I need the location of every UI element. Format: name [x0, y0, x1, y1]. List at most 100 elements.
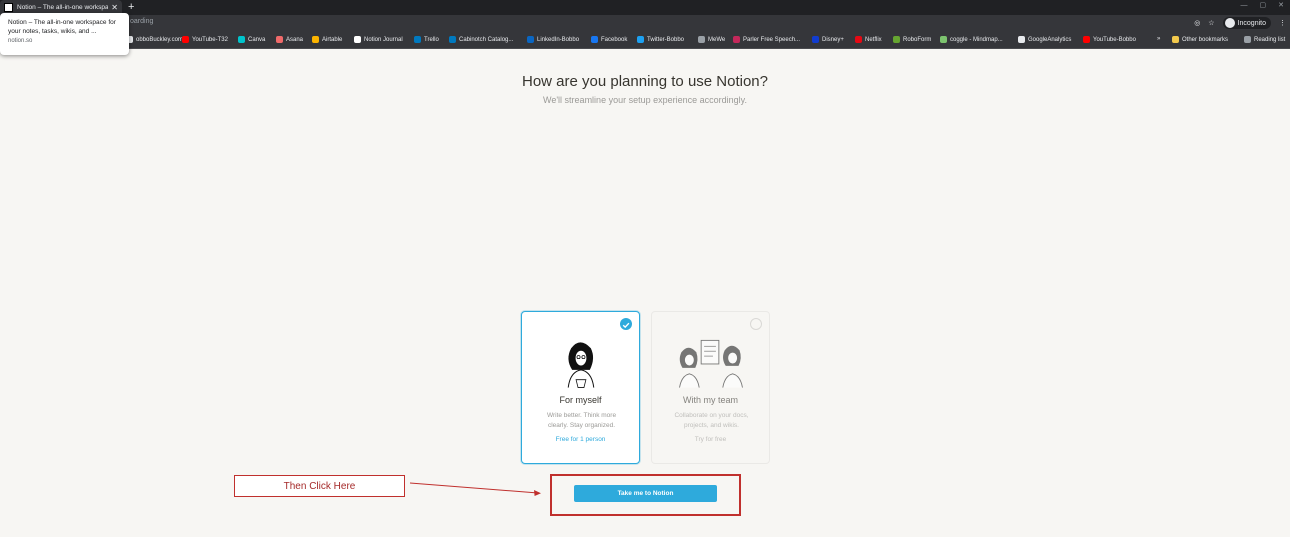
bookmark-favicon-icon [238, 36, 245, 43]
option-price: Free for 1 person [555, 436, 606, 443]
bookmark-label: Notion Journal [364, 36, 403, 43]
bookmark-item[interactable]: Asana [276, 36, 303, 43]
bookmark-label: LinkedIn-Bobbo [537, 36, 580, 43]
tooltip-title: Notion – The all-in-one workspace for yo… [8, 19, 116, 35]
option-description: Collaborate on your docs, projects, and … [674, 412, 749, 429]
tab-strip: Notion – The all-in-one workspac ✕ + — ▢… [0, 0, 1290, 15]
bookmark-favicon-icon [312, 36, 319, 43]
bookmark-label: Canva [248, 36, 266, 43]
page-title: How are you planning to use Notion? [522, 73, 768, 90]
new-tab-icon[interactable]: + [128, 0, 134, 14]
bookmark-label: coggle - Mindmap... [950, 36, 1003, 43]
incognito-badge[interactable]: Incognito [1222, 17, 1271, 29]
tooltip-domain: notion.so [8, 38, 33, 44]
bookmark-item[interactable]: Canva [238, 36, 265, 43]
window-controls: — ▢ ✕ [1241, 0, 1285, 12]
bookmark-label: YouTube-T32 [192, 36, 228, 43]
bookmark-label: RoboForm [903, 36, 932, 43]
bookmark-label: Airtable [322, 36, 343, 43]
bookmark-item[interactable]: Parler Free Speech... [733, 36, 800, 43]
team-illustration-icon [679, 339, 743, 388]
bookmarks-overflow-icon[interactable]: » [1157, 36, 1160, 42]
bookmark-favicon-icon [354, 36, 361, 43]
folder-icon [1172, 36, 1179, 43]
bookmark-favicon-icon [182, 36, 189, 43]
bookmark-item[interactable]: Twitter-Bobbo [637, 36, 684, 43]
maximize-icon[interactable]: ▢ [1260, 0, 1267, 12]
bookmark-label: Trello [424, 36, 439, 43]
bookmark-item[interactable]: obboBuckley.com [126, 36, 183, 43]
menu-icon[interactable]: ⋮ [1279, 19, 1286, 27]
bookmark-label: Cabinotch Catalog... [459, 36, 514, 43]
bookmark-favicon-icon [276, 36, 283, 43]
option-title: For myself [559, 395, 602, 405]
reading-list-label: Reading list [1254, 36, 1286, 43]
bookmark-favicon-icon [637, 36, 644, 43]
bookmark-label: obboBuckley.com [136, 36, 183, 43]
bookmark-item[interactable]: YouTube-Bobbo [1083, 36, 1136, 43]
bookmark-label: MeWe [708, 36, 726, 43]
bookmark-label: Twitter-Bobbo [647, 36, 685, 43]
incognito-icon [1224, 18, 1235, 28]
option-for-myself[interactable]: For myself Write better. Think more clea… [521, 311, 640, 464]
tab-title: Notion – The all-in-one workspac [17, 4, 109, 11]
bookmarks-bar: » Other bookmarks Reading list obboBuckl… [0, 32, 1290, 49]
bookmark-favicon-icon [812, 36, 819, 43]
bookmark-item[interactable]: Trello [414, 36, 439, 43]
incognito-label: Incognito [1237, 19, 1266, 27]
bookmark-favicon-icon [855, 36, 862, 43]
bookmark-label: GoogleAnalytics [1028, 36, 1072, 43]
option-title: With my team [682, 395, 738, 405]
option-price: Try for free [694, 436, 727, 443]
tab-close-icon[interactable]: ✕ [111, 3, 118, 12]
bookmark-label: Disney+ [822, 36, 844, 43]
bookmark-item[interactable]: YouTube-T32 [182, 36, 228, 43]
option-with-my-team[interactable]: With my team Collaborate on your docs, p… [651, 311, 770, 464]
bookmark-label: Facebook [601, 36, 628, 43]
page-subtitle: We'll streamline your setup experience a… [543, 95, 747, 105]
bookmark-favicon-icon [449, 36, 456, 43]
bookmark-favicon-icon [698, 36, 705, 43]
take-me-to-notion-button[interactable]: Take me to Notion [574, 485, 717, 502]
bookmark-label: Asana [286, 36, 304, 43]
minimize-icon[interactable]: — [1241, 0, 1248, 12]
bookmark-item[interactable]: LinkedIn-Bobbo [527, 36, 579, 43]
browser-toolbar: oarding ◎ ☆ Incognito ⋮ [0, 15, 1290, 32]
bookmark-label: Netflix [865, 36, 882, 43]
bookmark-label: YouTube-Bobbo [1093, 36, 1136, 43]
toolbar-right: ◎ ☆ Incognito ⋮ [1194, 17, 1286, 29]
person-illustration-icon [567, 342, 595, 388]
address-bar[interactable]: oarding [130, 18, 153, 25]
bookmark-favicon-icon [591, 36, 598, 43]
bookmark-favicon-icon [1018, 36, 1025, 43]
bookmark-item[interactable]: Facebook [591, 36, 627, 43]
bookmark-favicon-icon [527, 36, 534, 43]
bookmark-item[interactable]: RoboForm [893, 36, 931, 43]
star-icon[interactable]: ☆ [1208, 19, 1214, 27]
close-window-icon[interactable]: ✕ [1278, 0, 1284, 12]
bookmark-favicon-icon [1083, 36, 1090, 43]
tab-tooltip: Notion – The all-in-one workspace for yo… [0, 13, 129, 55]
bookmark-item[interactable]: Disney+ [812, 36, 844, 43]
option-description: Write better. Think more clearly. Stay o… [546, 412, 617, 429]
bookmark-item[interactable]: Netflix [855, 36, 882, 43]
reading-list-icon [1244, 36, 1251, 43]
bookmark-item[interactable]: Cabinotch Catalog... [449, 36, 513, 43]
other-bookmarks[interactable]: Other bookmarks [1172, 36, 1228, 43]
bookmark-item[interactable]: Notion Journal [354, 36, 403, 43]
bookmark-favicon-icon [940, 36, 947, 43]
bookmark-item[interactable]: coggle - Mindmap... [940, 36, 1003, 43]
eye-off-icon[interactable]: ◎ [1194, 19, 1200, 27]
bookmark-favicon-icon [893, 36, 900, 43]
checkmark-icon [620, 318, 632, 330]
notion-favicon-icon [4, 3, 13, 12]
other-bookmarks-label: Other bookmarks [1182, 36, 1229, 43]
reading-list[interactable]: Reading list [1244, 36, 1285, 43]
bookmark-item[interactable]: Airtable [312, 36, 342, 43]
bookmark-item[interactable]: GoogleAnalytics [1018, 36, 1071, 43]
radio-circle-icon [750, 318, 762, 330]
bookmark-favicon-icon [733, 36, 740, 43]
bookmark-item[interactable]: MeWe [698, 36, 725, 43]
bookmark-label: Parler Free Speech... [743, 36, 801, 43]
annotation-label: Then Click Here [234, 475, 405, 497]
